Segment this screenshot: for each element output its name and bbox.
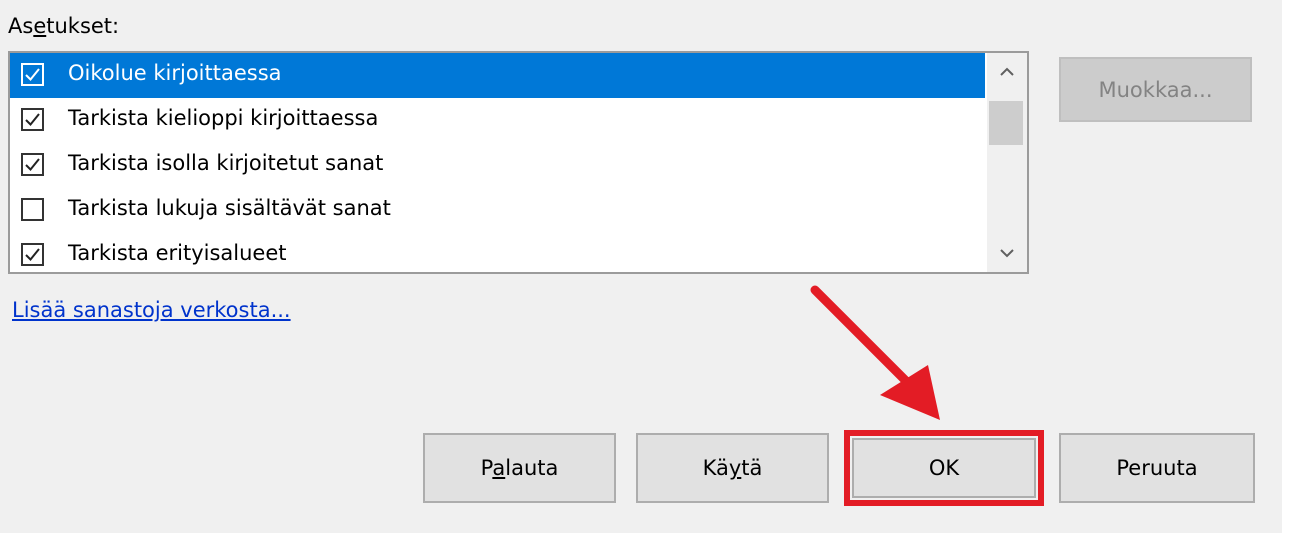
settings-list-item-label: Tarkista kielioppi kirjoittaessa	[68, 106, 379, 130]
settings-list-item[interactable]: Tarkista erityisalueet	[10, 233, 985, 272]
checkbox-checked[interactable]	[21, 63, 44, 86]
settings-listbox[interactable]: Oikolue kirjoittaessa Tarkista kielioppi …	[8, 51, 1029, 274]
settings-list-item-label: Tarkista isolla kirjoitetut sanat	[68, 151, 384, 175]
chevron-down-icon	[1000, 249, 1014, 258]
scroll-down-button[interactable]	[987, 234, 1027, 272]
ok-button[interactable]: OK	[852, 438, 1036, 498]
add-dictionaries-link[interactable]: Lisää sanastoja verkosta...	[12, 298, 291, 322]
scroll-thumb[interactable]	[989, 101, 1023, 145]
checkbox-checked[interactable]	[21, 243, 44, 266]
checkmark-icon	[25, 158, 40, 171]
ok-button-label: OK	[928, 456, 960, 480]
settings-list-item[interactable]: Tarkista isolla kirjoitetut sanat	[10, 143, 985, 188]
listbox-scrollbar[interactable]	[987, 53, 1027, 272]
chevron-up-icon	[1000, 67, 1014, 76]
reset-button[interactable]: Palauta	[423, 433, 616, 503]
settings-list-item-label: Tarkista erityisalueet	[68, 241, 287, 265]
settings-list-item[interactable]: Tarkista kielioppi kirjoittaessa	[10, 98, 985, 143]
checkmark-icon	[25, 113, 40, 126]
settings-list-item-label: Tarkista lukuja sisältävät sanat	[68, 196, 391, 220]
apply-button-label: Käytä	[702, 456, 763, 480]
cancel-button-label: Peruuta	[1116, 456, 1198, 480]
checkmark-icon	[25, 68, 40, 81]
checkbox-unchecked[interactable]	[21, 198, 44, 221]
options-panel: Asetukset: Oikolue kirjoittaessa Tarkista…	[0, 0, 1282, 533]
settings-list-item-label: Oikolue kirjoittaessa	[68, 61, 282, 85]
settings-label: Asetukset:	[8, 14, 120, 38]
edit-button[interactable]: Muokkaa...	[1059, 57, 1252, 122]
cancel-button[interactable]: Peruuta	[1059, 433, 1255, 503]
settings-list-item[interactable]: Oikolue kirjoittaessa	[10, 53, 985, 98]
checkbox-checked[interactable]	[21, 153, 44, 176]
scroll-up-button[interactable]	[987, 53, 1027, 91]
reset-button-label: Palauta	[480, 456, 559, 480]
checkmark-icon	[25, 248, 40, 261]
settings-list-item[interactable]: Tarkista lukuja sisältävät sanat	[10, 188, 985, 233]
checkbox-checked[interactable]	[21, 108, 44, 131]
edit-button-label: Muokkaa...	[1098, 77, 1213, 102]
apply-button[interactable]: Käytä	[636, 433, 829, 503]
